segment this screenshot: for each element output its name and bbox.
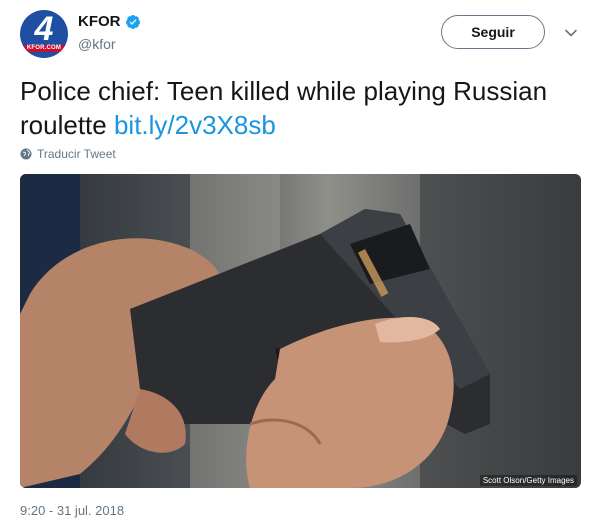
avatar-logo-callsign: KFOR.COM [20, 45, 68, 52]
tweet-text: Police chief: Teen killed while playing … [20, 74, 590, 142]
avatar[interactable]: 4 KFOR.COM [20, 10, 68, 58]
tweet-link[interactable]: bit.ly/2v3X8sb [114, 110, 276, 140]
account-name-row: KFOR [78, 13, 141, 30]
verified-badge-icon [125, 14, 140, 29]
display-name[interactable]: KFOR [78, 13, 121, 30]
photo-image [20, 174, 581, 488]
tweet-timestamp[interactable]: 9:20 - 31 jul. 2018 [20, 503, 124, 518]
translate-label[interactable]: Traducir Tweet [37, 147, 116, 161]
photo-credit: Scott Olson/Getty Images [479, 475, 577, 486]
avatar-logo-digit: 4 [34, 10, 54, 48]
account-handle[interactable]: @kfor [78, 36, 116, 52]
globe-icon [20, 148, 32, 160]
follow-button[interactable]: Seguir [441, 15, 545, 49]
chevron-down-icon[interactable] [564, 26, 578, 40]
tweet-photo[interactable]: Scott Olson/Getty Images [20, 174, 581, 488]
tweet-body: Police chief: Teen killed while playing … [20, 76, 548, 140]
translate-tweet[interactable]: Traducir Tweet [20, 147, 116, 161]
